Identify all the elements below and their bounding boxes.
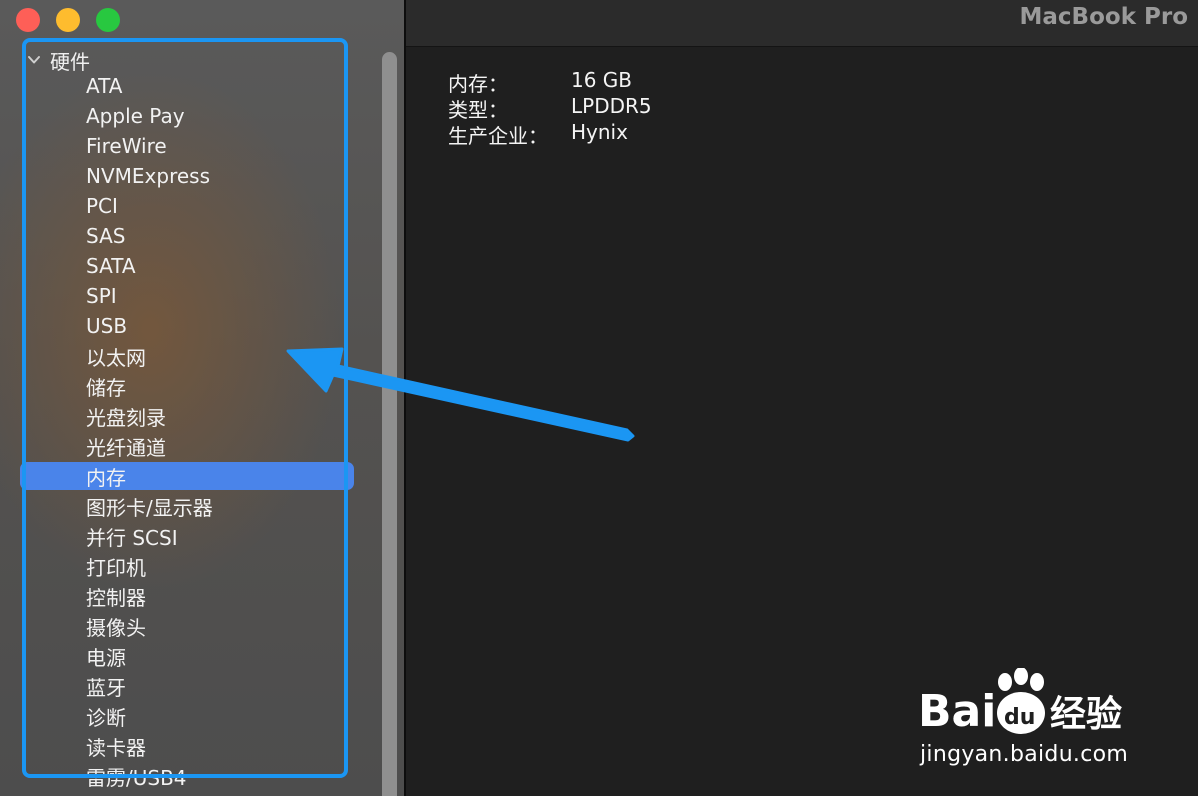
sidebar-item-label: USB: [86, 314, 128, 338]
baidu-jingyan-watermark: Bai du 经验 jingyan.baidu.com: [918, 668, 1138, 774]
sidebar-item[interactable]: SATA: [20, 252, 354, 280]
svg-text:经验: 经验: [1050, 694, 1122, 735]
sidebar-item-label: 电源: [86, 645, 126, 670]
sidebar-item-label: SATA: [86, 254, 136, 278]
sidebar-item-label: 读卡器: [86, 735, 146, 760]
sidebar: 硬件 ATA Apple Pay FireWire NVMExpress PCI SAS S…: [0, 0, 404, 796]
sidebar-item[interactable]: 图形卡/显示器: [20, 492, 354, 520]
sidebar-item[interactable]: 读卡器: [20, 732, 354, 760]
sidebar-item-label: 控制器: [86, 585, 146, 610]
tree-group-label: 硬件: [50, 49, 90, 74]
sidebar-item-label: 并行 SCSI: [86, 525, 178, 550]
close-window-button[interactable]: [16, 8, 40, 32]
title-bar: MacBook Pro: [406, 0, 1198, 47]
sidebar-item[interactable]: 蓝牙: [20, 672, 354, 700]
sidebar-item[interactable]: 并行 SCSI: [20, 522, 354, 550]
minimize-window-button[interactable]: [56, 8, 80, 32]
sidebar-item-label: 蓝牙: [86, 675, 126, 700]
sidebar-item[interactable]: USB: [20, 312, 354, 340]
sidebar-item[interactable]: 摄像头: [20, 612, 354, 640]
sidebar-item-label: 内存: [86, 465, 126, 490]
sidebar-item[interactable]: 打印机: [20, 552, 354, 580]
sidebar-item[interactable]: NVMExpress: [20, 162, 354, 190]
sidebar-item[interactable]: PCI: [20, 192, 354, 220]
sidebar-item-label: FireWire: [86, 134, 167, 158]
baidu-paw-logo: Bai du 经验: [918, 668, 1122, 737]
svg-text:Bai: Bai: [918, 686, 996, 737]
sidebar-item-label: 雷雳/USB4: [86, 765, 187, 790]
sidebar-item-label: SPI: [86, 284, 117, 308]
watermark-url: jingyan.baidu.com: [920, 742, 1129, 767]
sidebar-item[interactable]: 光纤通道: [20, 432, 354, 460]
sidebar-item[interactable]: 光盘刻录: [20, 402, 354, 430]
detail-label: 类型：: [448, 98, 508, 122]
sidebar-item-label: NVMExpress: [86, 164, 210, 188]
window-title: MacBook Pro: [1019, 4, 1188, 30]
detail-value: LPDDR5: [571, 94, 652, 118]
sidebar-item-label: 摄像头: [86, 615, 146, 640]
sidebar-item[interactable]: ATA: [20, 72, 354, 100]
split-divider[interactable]: [404, 0, 406, 796]
sidebar-item-label: 光盘刻录: [86, 405, 166, 430]
sidebar-item-label: 储存: [86, 375, 126, 400]
sidebar-item-label: 打印机: [86, 555, 146, 580]
sidebar-item[interactable]: 雷雳/USB4: [20, 762, 354, 790]
sidebar-item[interactable]: SAS: [20, 222, 354, 250]
detail-label: 内存：: [448, 72, 508, 96]
detail-value: Hynix: [571, 120, 628, 144]
sidebar-item[interactable]: Apple Pay: [20, 102, 354, 130]
sidebar-item[interactable]: 储存: [20, 372, 354, 400]
detail-label: 生产企业：: [448, 124, 548, 148]
svg-text:du: du: [1004, 705, 1035, 730]
sidebar-item-label: SAS: [86, 224, 126, 248]
sidebar-item-label: 诊断: [86, 705, 126, 730]
sidebar-item-label: ATA: [86, 74, 123, 98]
sidebar-item-label: PCI: [86, 194, 118, 218]
sidebar-item[interactable]: 控制器: [20, 582, 354, 610]
sidebar-item[interactable]: SPI: [20, 282, 354, 310]
sidebar-item-label: 光纤通道: [86, 435, 166, 460]
sidebar-item[interactable]: 电源: [20, 642, 354, 670]
tree-group-hardware[interactable]: 硬件: [26, 47, 90, 74]
chevron-down-icon[interactable]: [26, 52, 42, 68]
sidebar-item[interactable]: 以太网: [20, 342, 354, 370]
sidebar-item-label: Apple Pay: [86, 104, 185, 128]
sidebar-item-label: 以太网: [86, 345, 146, 370]
sidebar-item-label: 图形卡/显示器: [86, 495, 213, 520]
scrollbar-thumb[interactable]: [382, 52, 397, 796]
sidebar-item[interactable]: 内存: [20, 462, 354, 490]
detail-value: 16 GB: [571, 68, 633, 92]
sidebar-item[interactable]: 诊断: [20, 702, 354, 730]
sidebar-item[interactable]: FireWire: [20, 132, 354, 160]
maximize-window-button[interactable]: [96, 8, 120, 32]
